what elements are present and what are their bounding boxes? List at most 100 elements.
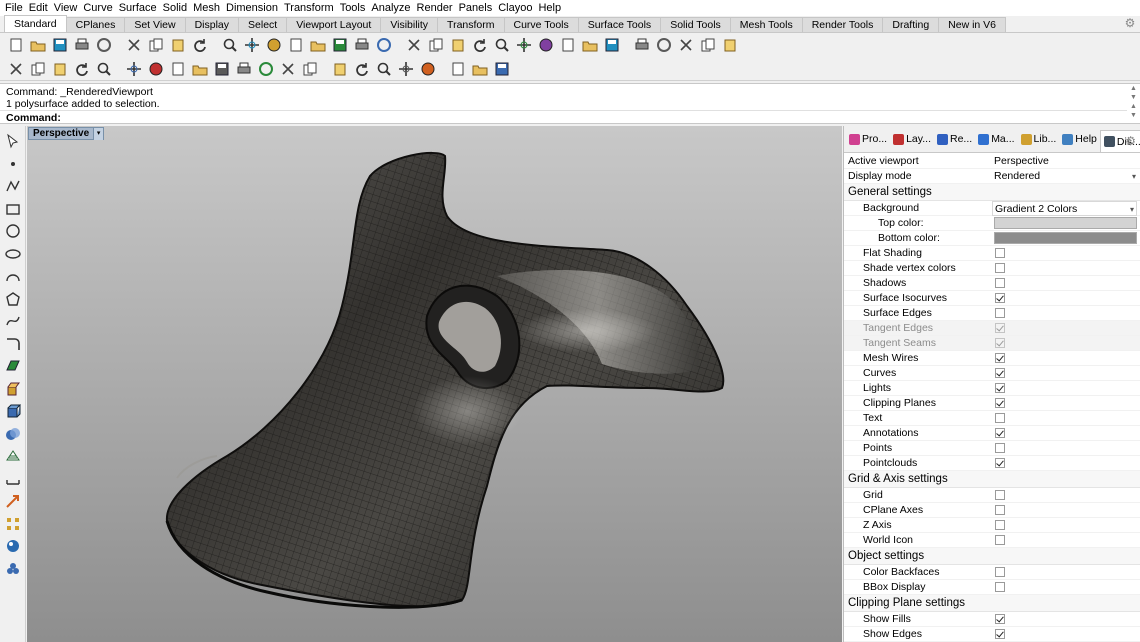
sun-icon[interactable] bbox=[255, 58, 277, 80]
ring-icon[interactable] bbox=[233, 58, 255, 80]
setting-row-text[interactable]: Text bbox=[844, 411, 1140, 426]
pipe-icon[interactable] bbox=[469, 58, 491, 80]
scroll-down-icon[interactable]: ▼ bbox=[1130, 111, 1137, 120]
menu-mesh[interactable]: Mesh bbox=[190, 0, 223, 16]
checkbox[interactable] bbox=[995, 629, 1005, 639]
viewport-title[interactable]: Perspective bbox=[29, 128, 93, 140]
point-icon[interactable] bbox=[3, 154, 23, 174]
menu-view[interactable]: View bbox=[51, 0, 81, 16]
tab-transform[interactable]: Transform bbox=[437, 17, 505, 32]
options-icon[interactable] bbox=[653, 34, 675, 56]
background-dropdown[interactable]: Gradient 2 Colors ▾ bbox=[992, 201, 1137, 216]
panel-tab-render[interactable]: Re... bbox=[934, 129, 975, 149]
angle-icon[interactable] bbox=[167, 58, 189, 80]
render-tool-icon[interactable] bbox=[3, 559, 23, 579]
checkbox[interactable] bbox=[995, 353, 1005, 363]
menu-tools[interactable]: Tools bbox=[337, 0, 369, 16]
move-view-icon[interactable] bbox=[241, 34, 263, 56]
car-icon[interactable] bbox=[403, 34, 425, 56]
checkbox[interactable] bbox=[995, 458, 1005, 468]
setting-row-surface-edges[interactable]: Surface Edges bbox=[844, 306, 1140, 321]
checkbox[interactable] bbox=[995, 338, 1005, 348]
plant-icon[interactable] bbox=[395, 58, 417, 80]
select-arrow-icon[interactable] bbox=[3, 131, 23, 151]
menu-file[interactable]: File bbox=[2, 0, 26, 16]
checkbox[interactable] bbox=[995, 383, 1005, 393]
menu-curve[interactable]: Curve bbox=[80, 0, 115, 16]
setting-row-world-icon[interactable]: World Icon bbox=[844, 533, 1140, 548]
background-dropdown-arrow-icon[interactable]: ▾ bbox=[1130, 202, 1134, 217]
panel-settings-gear-icon[interactable]: ⚙ bbox=[1125, 135, 1136, 147]
paste-icon[interactable] bbox=[167, 34, 189, 56]
panel-tab-materials[interactable]: Ma... bbox=[975, 129, 1017, 149]
top-color-row[interactable]: Top color: bbox=[844, 216, 1140, 231]
print-icon[interactable] bbox=[71, 34, 93, 56]
viewport-menu-arrow-icon[interactable]: ▾ bbox=[93, 127, 104, 140]
setting-row-tangent-edges[interactable]: Tangent Edges bbox=[844, 321, 1140, 336]
tab-set-view[interactable]: Set View bbox=[124, 17, 186, 32]
gumball-icon[interactable] bbox=[93, 58, 115, 80]
solid-box-tool-icon[interactable] bbox=[3, 401, 23, 421]
ruler-icon[interactable] bbox=[189, 58, 211, 80]
pan-icon[interactable] bbox=[219, 34, 241, 56]
rendered-model-icon[interactable] bbox=[27, 126, 842, 642]
setting-row-tangent-seams[interactable]: Tangent Seams bbox=[844, 336, 1140, 351]
tab-visibility[interactable]: Visibility bbox=[380, 17, 439, 32]
menu-dimension[interactable]: Dimension bbox=[223, 0, 281, 16]
circle-tool-icon[interactable] bbox=[3, 221, 23, 241]
checkbox[interactable] bbox=[995, 614, 1005, 624]
checkbox[interactable] bbox=[995, 308, 1005, 318]
checkbox[interactable] bbox=[995, 520, 1005, 530]
setting-row-show-fills[interactable]: Show Fills bbox=[844, 612, 1140, 627]
checkbox[interactable] bbox=[995, 248, 1005, 258]
setting-row-annotations[interactable]: Annotations bbox=[844, 426, 1140, 441]
menu-analyze[interactable]: Analyze bbox=[368, 0, 413, 16]
setting-row-surface-isocurves[interactable]: Surface Isocurves bbox=[844, 291, 1140, 306]
explode-icon[interactable] bbox=[373, 58, 395, 80]
extrude-icon[interactable] bbox=[3, 379, 23, 399]
checkbox[interactable] bbox=[995, 505, 1005, 515]
background-row[interactable]: Background Gradient 2 Colors ▾ bbox=[844, 201, 1140, 216]
open-file-icon[interactable] bbox=[27, 34, 49, 56]
panel-tab-layers[interactable]: Lay... bbox=[890, 129, 934, 149]
top-color-swatch[interactable] bbox=[994, 217, 1137, 229]
boolean-icon[interactable] bbox=[3, 424, 23, 444]
copy-icon[interactable] bbox=[145, 34, 167, 56]
light-bulb-icon[interactable] bbox=[469, 34, 491, 56]
scroll-up-icon[interactable]: ▲ bbox=[1130, 102, 1137, 111]
tea-pot-icon[interactable] bbox=[27, 58, 49, 80]
undo-icon[interactable] bbox=[189, 34, 211, 56]
checkbox[interactable] bbox=[995, 293, 1005, 303]
help-icon[interactable] bbox=[719, 34, 741, 56]
setting-row-color-backfaces[interactable]: Color Backfaces bbox=[844, 565, 1140, 580]
layer-icon[interactable] bbox=[513, 34, 535, 56]
tab-display[interactable]: Display bbox=[184, 17, 240, 32]
menu-edit[interactable]: Edit bbox=[26, 0, 51, 16]
rotate-icon[interactable] bbox=[123, 58, 145, 80]
tab-render-tools[interactable]: Render Tools bbox=[801, 17, 884, 32]
curve-arc-icon[interactable] bbox=[299, 58, 321, 80]
tab-select[interactable]: Select bbox=[238, 17, 288, 32]
four-view-icon[interactable] bbox=[373, 34, 395, 56]
tab-drafting[interactable]: Drafting bbox=[882, 17, 940, 32]
panel-tab-help[interactable]: Help bbox=[1059, 129, 1100, 149]
cube-icon[interactable] bbox=[351, 58, 373, 80]
menu-clayoo[interactable]: Clayoo bbox=[495, 0, 535, 16]
menu-panels[interactable]: Panels bbox=[456, 0, 496, 16]
perspective-viewport[interactable]: Perspective ▾ bbox=[27, 126, 842, 642]
setting-row-bbox-display[interactable]: BBox Display bbox=[844, 580, 1140, 595]
setting-row-show-edges[interactable]: Show Edges bbox=[844, 627, 1140, 642]
rotate-view-icon[interactable] bbox=[351, 34, 373, 56]
star-icon[interactable] bbox=[211, 58, 233, 80]
cplane-icon[interactable] bbox=[425, 34, 447, 56]
checkbox[interactable] bbox=[995, 443, 1005, 453]
import-icon[interactable] bbox=[93, 34, 115, 56]
setting-row-cplane-axes[interactable]: CPlane Axes bbox=[844, 503, 1140, 518]
rectangle-icon[interactable] bbox=[3, 199, 23, 219]
display-mode-value[interactable]: Rendered bbox=[994, 169, 1040, 184]
capture-icon[interactable] bbox=[71, 58, 93, 80]
setting-row-mesh-wires[interactable]: Mesh Wires bbox=[844, 351, 1140, 366]
checkbox[interactable] bbox=[995, 490, 1005, 500]
checkbox[interactable] bbox=[995, 535, 1005, 545]
zoom-icon[interactable] bbox=[263, 34, 285, 56]
